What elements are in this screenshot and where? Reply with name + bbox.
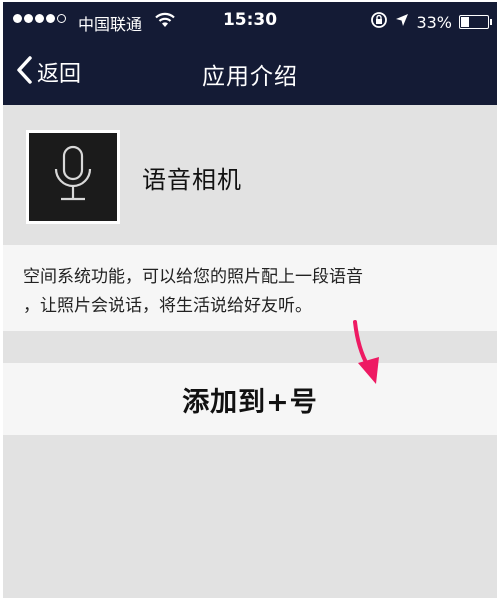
app-icon xyxy=(26,130,120,224)
page-title: 应用介绍 xyxy=(202,64,298,90)
description-line-1: 空间系统功能，可以给您的照片配上一段语音 xyxy=(23,267,363,287)
battery-icon xyxy=(459,15,492,29)
add-to-plus-button[interactable]: 添加到+号 xyxy=(3,363,497,435)
battery-fill xyxy=(461,17,469,27)
annotation-arrow-icon xyxy=(349,320,389,390)
top-bar: 中国联通 15:30 33% 返回 应用介绍 xyxy=(3,2,497,105)
phone-screen: 中国联通 15:30 33% 返回 应用介绍 语音相机 空间系统功能，可以给您的… xyxy=(3,2,497,598)
navigation-bar: 返回 应用介绍 xyxy=(3,38,497,105)
app-header: 语音相机 xyxy=(3,105,497,245)
app-description: 空间系统功能，可以给您的照片配上一段语音 ，让照片会说话，将生活说给好友听。 xyxy=(3,245,497,331)
battery-percent: 33% xyxy=(416,12,452,32)
rotation-lock-icon xyxy=(370,11,388,33)
empty-area xyxy=(3,435,497,598)
microphone-icon xyxy=(48,143,98,211)
section-gap xyxy=(3,331,497,363)
status-bar: 中国联通 15:30 33% xyxy=(3,2,497,38)
app-name: 语音相机 xyxy=(142,166,242,194)
add-button-label: 添加到+号 xyxy=(182,386,318,418)
location-arrow-icon xyxy=(395,13,409,31)
description-line-2: ，让照片会说话，将生活说给好友听。 xyxy=(23,296,312,316)
